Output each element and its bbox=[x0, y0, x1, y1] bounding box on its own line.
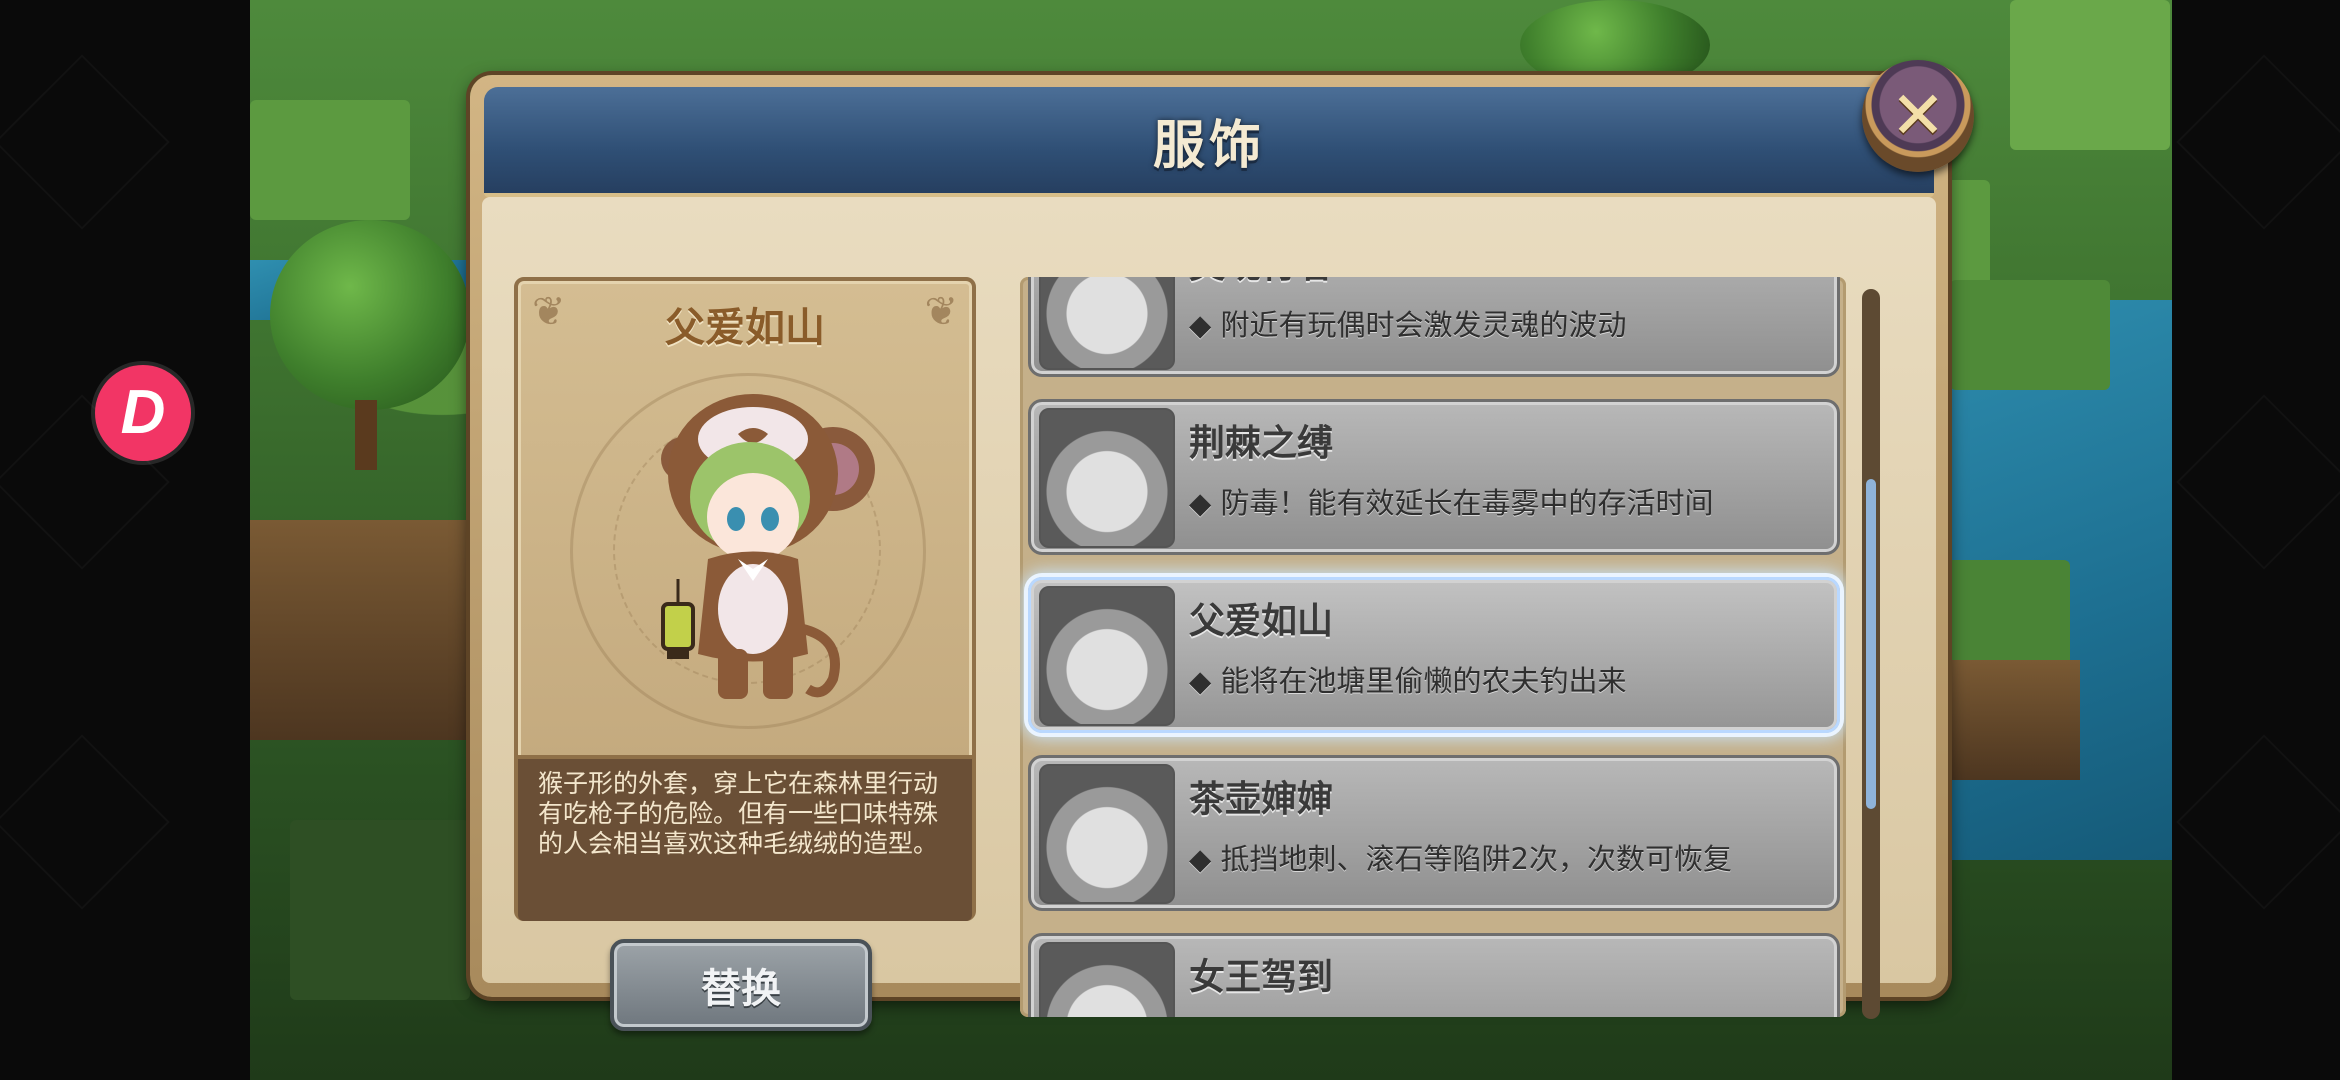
costume-portrait bbox=[1039, 408, 1175, 548]
dialog-title: 服饰 bbox=[1152, 115, 1265, 176]
costume-name: 茶壶婶婶 bbox=[1189, 779, 1334, 820]
costume-list-item[interactable]: 女王驾到 bbox=[1028, 933, 1840, 1017]
costume-list-item[interactable]: 灵魂行者 ◆ 附近有玩偶时会激发灵魂的波动 bbox=[1028, 277, 1840, 377]
costume-list-scrollbar[interactable] bbox=[1862, 289, 1880, 1019]
close-button[interactable]: ✕ bbox=[1862, 60, 1974, 172]
costume-detail-name: 父爱如山 bbox=[665, 305, 825, 351]
costume-list-item[interactable]: 茶壶婶婶 ◆ 抵挡地刺、滚石等陷阱2次，次数可恢复 bbox=[1028, 755, 1840, 911]
costume-effect: ◆ 附近有玩偶时会激发灵魂的波动 bbox=[1189, 308, 1627, 342]
costume-dialog: 服饰 ❦ ❦ 父爱如山 猴子形的外套，穿上它在森林里行动有吃枪子的危险。但有一些… bbox=[470, 75, 1948, 1031]
dialog-body: ❦ ❦ 父爱如山 猴子形的外套，穿上它在森林里行动有吃枪子的危险。但有一些口味特… bbox=[482, 197, 1936, 1031]
costume-name: 父爱如山 bbox=[1189, 601, 1334, 642]
costume-list-item[interactable]: 荆棘之缚 ◆ 防毒！能有效延长在毒雾中的存活时间 bbox=[1028, 399, 1840, 555]
costume-portrait bbox=[1039, 277, 1175, 370]
overlay-app-button[interactable]: D bbox=[95, 365, 191, 461]
costume-detail-card: ❦ ❦ 父爱如山 猴子形的外套，穿上它在森林里行动有吃枪子的危险。但有一些口味特… bbox=[514, 277, 976, 921]
right-letterbox bbox=[2172, 0, 2340, 1080]
close-icon: ✕ bbox=[1890, 77, 1946, 154]
costume-name: 荆棘之缚 bbox=[1189, 423, 1334, 464]
costume-effect: ◆ 能将在池塘里偷懒的农夫钓出来 bbox=[1189, 664, 1627, 698]
costume-name: 女王驾到 bbox=[1189, 957, 1334, 998]
costume-list-item-selected[interactable]: 父爱如山 ◆ 能将在池塘里偷懒的农夫钓出来 bbox=[1028, 577, 1840, 733]
costume-description: 猴子形的外套，穿上它在森林里行动有吃枪子的危险。但有一些口味特殊的人会相当喜欢这… bbox=[538, 769, 939, 858]
costume-portrait bbox=[1039, 942, 1175, 1017]
costume-effect: ◆ 抵挡地刺、滚石等陷阱2次，次数可恢复 bbox=[1189, 842, 1732, 876]
replace-button[interactable]: 替换 bbox=[610, 939, 872, 1031]
left-letterbox bbox=[0, 0, 250, 1080]
costume-portrait bbox=[1039, 586, 1175, 726]
costume-list[interactable]: 灵魂行者 ◆ 附近有玩偶时会激发灵魂的波动 荆棘之缚 ◆ 防毒！能有效延长在毒雾… bbox=[1020, 277, 1846, 1017]
replace-button-label: 替换 bbox=[701, 966, 781, 1012]
costume-description-box: 猴子形的外套，穿上它在森林里行动有吃枪子的危险。但有一些口味特殊的人会相当喜欢这… bbox=[518, 755, 972, 921]
costume-name: 灵魂行者 bbox=[1189, 277, 1333, 288]
dialog-title-bar: 服饰 bbox=[484, 87, 1934, 197]
costume-portrait bbox=[1039, 764, 1175, 904]
character-portrait bbox=[661, 394, 875, 699]
app-logo-icon: D bbox=[120, 378, 166, 447]
costume-effect: ◆ 防毒！能有效延长在毒雾中的存活时间 bbox=[1189, 486, 1714, 520]
scrollbar-thumb[interactable] bbox=[1866, 479, 1876, 809]
